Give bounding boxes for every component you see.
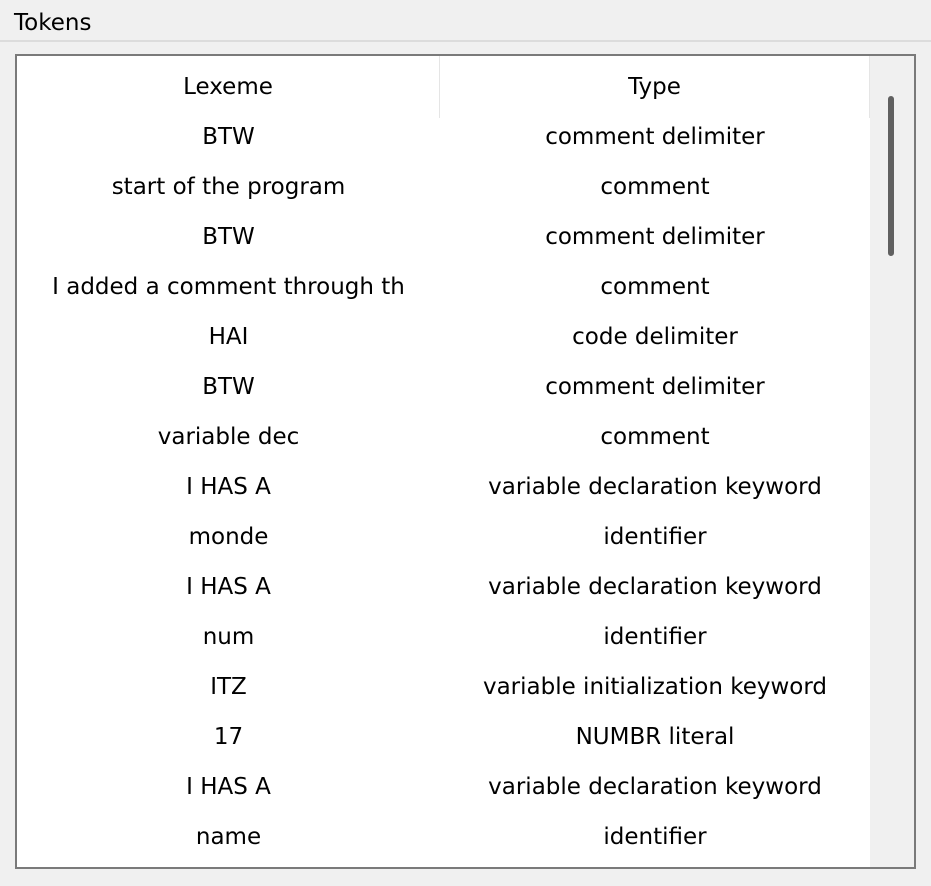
- lexeme-cell: I HAS A: [186, 574, 271, 600]
- type-cell: identifier: [603, 824, 707, 850]
- lexeme-cell: ITZ: [210, 674, 247, 700]
- type-cell: variable declaration keyword: [488, 774, 822, 800]
- type-cell: variable declaration keyword: [488, 474, 822, 500]
- type-cell: identifier: [603, 624, 707, 650]
- column-header-lexeme[interactable]: Lexeme: [17, 56, 441, 118]
- scrollbar-thumb[interactable]: [888, 96, 894, 256]
- lexeme-cell: I HAS A: [186, 774, 271, 800]
- table-row[interactable]: variable dec comment: [17, 418, 870, 468]
- table-row[interactable]: 17 NUMBR literal: [17, 718, 870, 768]
- lexeme-cell: start of the program: [111, 174, 346, 200]
- table-row[interactable]: I added a comment through th comment: [17, 268, 870, 318]
- lexeme-cell: monde: [188, 524, 269, 550]
- lexeme-cell: variable dec: [157, 424, 300, 450]
- table-row[interactable]: num identifier: [17, 618, 870, 668]
- lexeme-cell: BTW: [202, 124, 255, 150]
- type-cell: code delimiter: [572, 324, 738, 350]
- table-row[interactable]: monde identifier: [17, 518, 870, 568]
- table-body: BTW comment delimiter start of the progr…: [17, 118, 870, 867]
- tokens-table[interactable]: Lexeme Type BTW comment delimiter start …: [15, 54, 916, 869]
- table-header: Lexeme Type: [17, 56, 870, 118]
- lexeme-cell: I added a comment through th: [52, 274, 405, 300]
- type-cell: comment: [600, 424, 710, 450]
- type-cell: comment: [600, 274, 710, 300]
- type-cell: comment: [600, 174, 710, 200]
- type-cell: variable initialization keyword: [482, 674, 828, 700]
- lexeme-cell: 17: [213, 724, 244, 750]
- lexeme-cell: name: [195, 824, 262, 850]
- type-cell: identifier: [603, 524, 707, 550]
- table-row[interactable]: I HAS A variable declaration keyword: [17, 768, 870, 818]
- lexeme-cell: num: [202, 624, 255, 650]
- type-cell: comment delimiter: [545, 224, 765, 250]
- type-cell: comment delimiter: [545, 374, 765, 400]
- vertical-scrollbar[interactable]: [870, 56, 914, 867]
- lexeme-cell: I HAS A: [186, 474, 271, 500]
- column-header-type[interactable]: Type: [440, 56, 870, 118]
- table-row[interactable]: name identifier: [17, 818, 870, 867]
- type-cell: NUMBR literal: [575, 724, 735, 750]
- lexeme-cell: BTW: [202, 374, 255, 400]
- lexeme-cell: HAI: [208, 324, 249, 350]
- table-row[interactable]: BTW comment delimiter: [17, 368, 870, 418]
- table-row[interactable]: start of the program comment: [17, 168, 870, 218]
- table-row[interactable]: ITZ variable initialization keyword: [17, 668, 870, 718]
- panel-title: Tokens: [14, 10, 92, 36]
- table-row[interactable]: HAI code delimiter: [17, 318, 870, 368]
- table-row[interactable]: BTW comment delimiter: [17, 118, 870, 168]
- table-row[interactable]: BTW comment delimiter: [17, 218, 870, 268]
- table-row[interactable]: I HAS A variable declaration keyword: [17, 568, 870, 618]
- lexeme-cell: BTW: [202, 224, 255, 250]
- type-cell: variable declaration keyword: [488, 574, 822, 600]
- type-cell: comment delimiter: [545, 124, 765, 150]
- table-row[interactable]: I HAS A variable declaration keyword: [17, 468, 870, 518]
